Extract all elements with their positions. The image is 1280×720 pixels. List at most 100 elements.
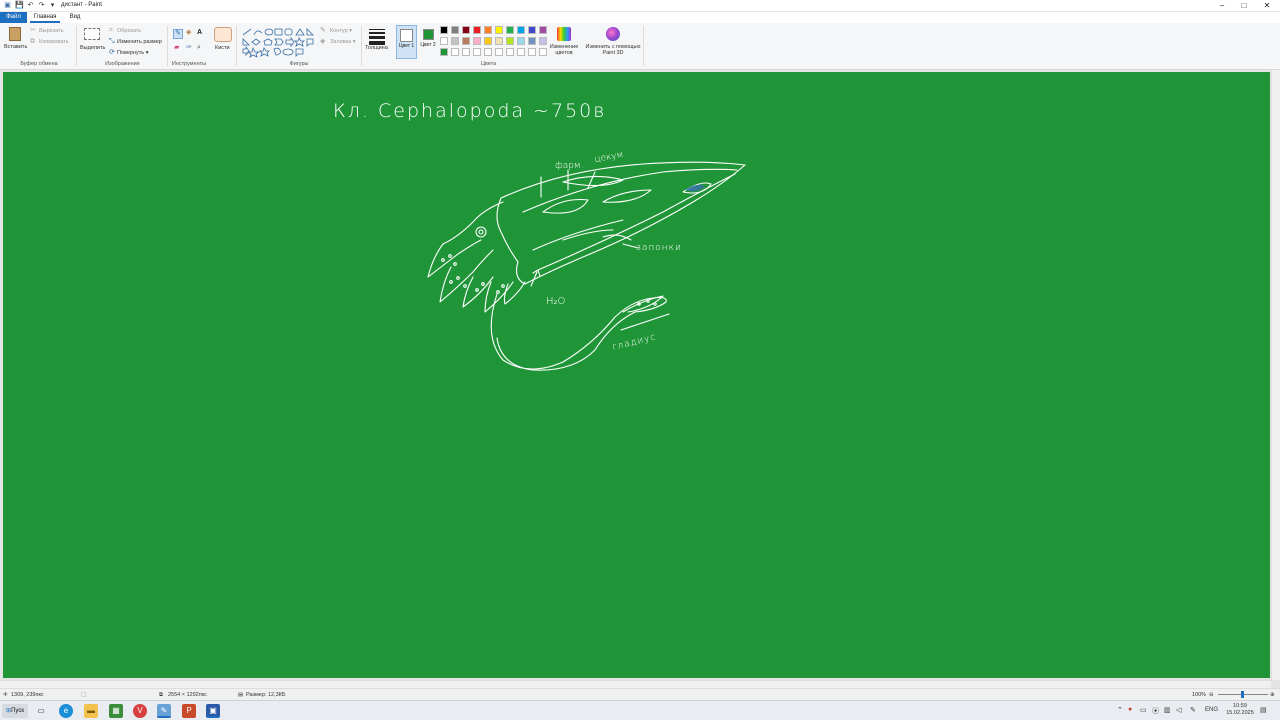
paint-taskbar-icon[interactable]: ✎ <box>157 704 171 718</box>
palette-color-swatch[interactable] <box>462 48 470 56</box>
volume-icon[interactable]: ◁ <box>1176 706 1181 714</box>
color-palette[interactable] <box>440 26 550 59</box>
network-icon[interactable]: ▥ <box>1164 706 1171 714</box>
save-icon[interactable]: 💾 <box>15 2 24 9</box>
pencil-icon[interactable]: ✎ <box>173 29 183 39</box>
powerpoint-icon[interactable]: P <box>182 704 196 718</box>
drawing-canvas[interactable]: Кл. Cephalopoda ~750в фарм. цекум запонк… <box>3 72 1270 678</box>
vivaldi-icon[interactable]: V <box>133 704 147 718</box>
fill-bucket-icon[interactable]: ◈ <box>186 29 191 37</box>
taskbar: ⊞Пуск ▭ e ▬ ▦ V ✎ P ▣ ⌃ ● ▭ ⦿ ▥ ◁ ✎ ENG … <box>0 700 1280 720</box>
zoom-out-icon[interactable]: ⊖ <box>1209 692 1214 698</box>
palette-color-swatch[interactable] <box>484 37 492 45</box>
edit-colors-icon[interactable] <box>557 27 571 41</box>
palette-color-swatch[interactable] <box>539 37 547 45</box>
clock-date: 15.02.2025 <box>1226 710 1254 716</box>
select-button[interactable]: Выделить <box>80 45 105 51</box>
redo-icon[interactable]: ↷ <box>38 2 45 9</box>
palette-color-swatch[interactable] <box>495 37 503 45</box>
thickness-button[interactable]: Толщина <box>365 45 388 51</box>
palette-color-swatch[interactable] <box>440 37 448 45</box>
color-picker-icon[interactable]: ✑ <box>186 44 192 52</box>
palette-color-swatch[interactable] <box>440 26 448 34</box>
brushes-button[interactable]: Кисти <box>215 45 230 51</box>
paint3d-icon[interactable] <box>606 27 620 41</box>
start-button[interactable]: ⊞Пуск <box>2 704 28 718</box>
palette-color-swatch[interactable] <box>528 26 536 34</box>
palette-color-swatch[interactable] <box>484 26 492 34</box>
cut-button[interactable]: Вырезать <box>39 28 63 34</box>
zoom-level: 100% <box>1192 692 1207 698</box>
magnifier-icon[interactable]: ⌕ <box>197 44 201 52</box>
tab-view[interactable]: Вид <box>64 12 86 23</box>
crop-button[interactable]: Обрезать <box>117 28 141 34</box>
resize-button[interactable]: Изменить размер <box>117 39 162 45</box>
file-explorer-icon[interactable]: ▬ <box>84 704 98 718</box>
palette-color-swatch[interactable] <box>462 37 470 45</box>
tray-chevron-icon[interactable]: ⌃ <box>1117 706 1123 714</box>
outline-dropdown[interactable]: Контур ▾ <box>330 28 352 34</box>
edit-colors-button[interactable]: Изменение цветов <box>549 44 579 56</box>
palette-color-swatch[interactable] <box>473 48 481 56</box>
tab-file[interactable]: Файл <box>0 12 27 23</box>
notifications-icon[interactable]: ▤ <box>1260 706 1267 714</box>
shapes-gallery[interactable] <box>240 27 316 59</box>
store-icon[interactable]: ▦ <box>109 704 123 718</box>
palette-color-swatch[interactable] <box>528 37 536 45</box>
paste-icon[interactable] <box>9 27 21 41</box>
palette-color-swatch[interactable] <box>517 37 525 45</box>
undo-icon[interactable]: ↶ <box>27 2 34 9</box>
pen-icon[interactable]: ✎ <box>1190 706 1196 714</box>
paint3d-button[interactable]: Изменить с помощью Paint 3D <box>585 44 641 56</box>
palette-color-swatch[interactable] <box>440 48 448 56</box>
palette-color-swatch[interactable] <box>484 48 492 56</box>
edge-icon[interactable]: e <box>59 704 73 718</box>
palette-color-swatch[interactable] <box>473 26 481 34</box>
fill-dropdown[interactable]: Заливка ▾ <box>330 39 355 45</box>
language-indicator[interactable]: ENG <box>1205 707 1218 713</box>
color2-selector[interactable]: Цвет 2 <box>420 25 436 59</box>
rotate-button[interactable]: Повернуть ▾ <box>117 50 148 56</box>
window-title: дистант - Paint <box>61 2 102 8</box>
palette-color-swatch[interactable] <box>451 48 459 56</box>
palette-color-swatch[interactable] <box>528 48 536 56</box>
palette-color-swatch[interactable] <box>506 37 514 45</box>
color1-selector[interactable]: Цвет 1 <box>396 25 417 59</box>
clock[interactable]: 10:59 15.02.2025 <box>1226 703 1254 717</box>
minimize-button[interactable]: – <box>1211 0 1233 12</box>
palette-color-swatch[interactable] <box>506 26 514 34</box>
task-view-icon[interactable]: ▭ <box>34 704 48 718</box>
palette-color-swatch[interactable] <box>451 26 459 34</box>
title-bar: ▣ 💾 ↶ ↷ ▾ дистант - Paint – □ ✕ <box>0 0 1280 12</box>
thickness-icon[interactable] <box>369 29 385 45</box>
palette-color-swatch[interactable] <box>473 37 481 45</box>
zoom-in-icon[interactable]: ⊕ <box>1270 692 1275 698</box>
copy-button[interactable]: Копировать <box>39 39 69 45</box>
tab-home[interactable]: Главная <box>30 12 60 23</box>
palette-color-swatch[interactable] <box>506 48 514 56</box>
palette-color-swatch[interactable] <box>495 48 503 56</box>
close-button[interactable]: ✕ <box>1256 0 1278 12</box>
select-icon[interactable] <box>84 28 100 40</box>
palette-color-swatch[interactable] <box>517 48 525 56</box>
palette-color-swatch[interactable] <box>451 37 459 45</box>
tray-display-icon[interactable]: ▭ <box>1140 706 1147 714</box>
palette-color-swatch[interactable] <box>495 26 503 34</box>
horizontal-scrollbar[interactable] <box>0 680 1271 688</box>
eraser-icon[interactable]: ▰ <box>174 44 179 52</box>
palette-color-swatch[interactable] <box>462 26 470 34</box>
zoom-slider-thumb[interactable] <box>1241 691 1244 698</box>
palette-color-swatch[interactable] <box>517 26 525 34</box>
paste-button[interactable]: Вставить <box>4 44 27 50</box>
vertical-scrollbar[interactable] <box>1271 70 1280 680</box>
zoom-app-icon[interactable]: ▣ <box>206 704 220 718</box>
fill-icon: ◈ <box>320 38 326 45</box>
maximize-button[interactable]: □ <box>1233 0 1255 12</box>
palette-color-swatch[interactable] <box>539 26 547 34</box>
customize-icon[interactable]: ▾ <box>49 2 56 9</box>
microphone-icon[interactable]: ⦿ <box>1152 706 1159 716</box>
brushes-icon[interactable] <box>214 27 232 42</box>
palette-color-swatch[interactable] <box>539 48 547 56</box>
text-tool-icon[interactable]: A <box>197 29 202 37</box>
tray-app-icon[interactable]: ● <box>1128 706 1132 713</box>
